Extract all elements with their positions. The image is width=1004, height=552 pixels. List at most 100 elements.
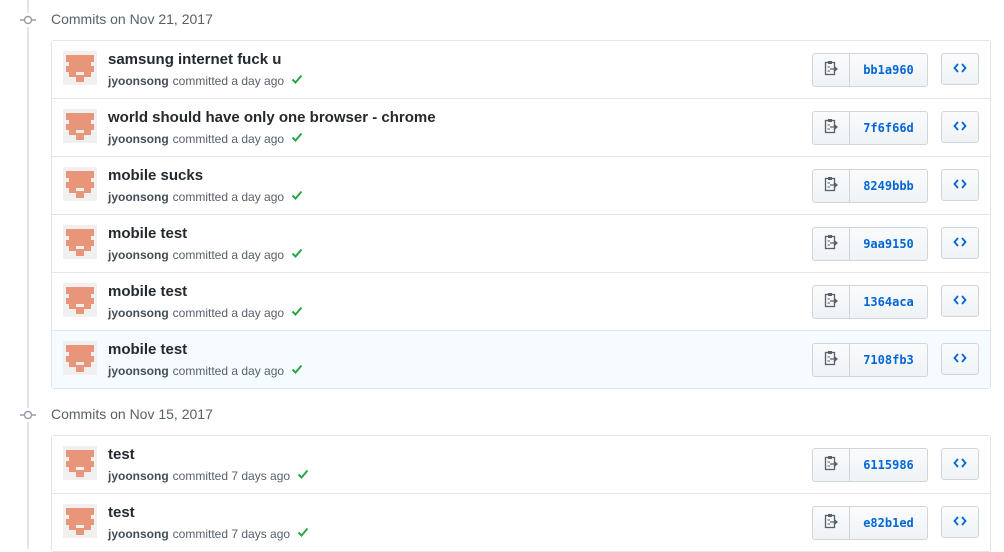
commit-group: Commits on Nov 21, 2017 samsung internet … (0, 0, 1004, 395)
commit-message-link[interactable]: world should have only one browser - chr… (108, 109, 436, 126)
clipboard-icon (824, 234, 839, 255)
commit-meta: jyoonsong committed a day ago (108, 73, 303, 88)
commit-row: mobile test jyoonsong committed a day ago 1… (52, 272, 990, 330)
commit-author-link[interactable]: jyoonsong (108, 248, 169, 262)
commit-time: committed a day ago (172, 189, 285, 204)
browse-repo-button[interactable] (941, 285, 979, 317)
commit-meta: jyoonsong committed a day ago (108, 247, 303, 262)
commit-sha-link[interactable]: 9aa9150 (850, 228, 927, 260)
commit-time: committed a day ago (172, 73, 285, 88)
commit-sha-link[interactable]: 7f6f66d (850, 112, 927, 144)
code-icon (953, 294, 967, 309)
browse-repo-button[interactable] (941, 343, 979, 375)
commit-node-icon (20, 408, 36, 422)
check-icon[interactable] (291, 363, 303, 378)
commit-sha-link[interactable]: 6115986 (850, 449, 927, 481)
commit-time: committed a day ago (172, 305, 285, 320)
check-icon[interactable] (291, 247, 303, 262)
browse-repo-button[interactable] (941, 169, 979, 201)
commit-meta: jyoonsong committed 7 days ago (108, 526, 309, 541)
sha-button-group: 9aa9150 (812, 227, 928, 261)
browse-repo-button[interactable] (941, 53, 979, 85)
copy-sha-button[interactable] (813, 170, 850, 202)
commit-group: Commits on Nov 15, 2017 test jyoonsong comm… (0, 395, 1004, 552)
commit-message-link[interactable]: mobile test (108, 341, 187, 358)
copy-sha-button[interactable] (813, 344, 850, 376)
check-icon[interactable] (291, 73, 303, 88)
copy-sha-button[interactable] (813, 228, 850, 260)
clipboard-icon (824, 292, 839, 313)
clipboard-icon (824, 60, 839, 81)
copy-sha-button[interactable] (813, 54, 850, 86)
commit-time: committed a day ago (172, 247, 285, 262)
clipboard-icon (824, 176, 839, 197)
browse-repo-button[interactable] (941, 506, 979, 538)
commit-sha-link[interactable]: 8249bbb (850, 170, 927, 202)
code-icon (953, 352, 967, 367)
commit-message-link[interactable]: mobile sucks (108, 167, 203, 184)
avatar[interactable] (63, 51, 97, 85)
copy-sha-button[interactable] (813, 507, 850, 539)
commit-time: committed a day ago (172, 363, 285, 378)
commit-author-link[interactable]: jyoonsong (108, 74, 169, 88)
copy-sha-button[interactable] (813, 449, 850, 481)
sha-button-group: bb1a960 (812, 53, 928, 87)
commit-message-link[interactable]: mobile test (108, 225, 187, 242)
commit-message-link[interactable]: samsung internet fuck u (108, 51, 281, 68)
browse-repo-button[interactable] (941, 111, 979, 143)
commit-group-title: Commits on Nov 21, 2017 (51, 11, 213, 27)
avatar[interactable] (63, 283, 97, 317)
sha-button-group: 8249bbb (812, 169, 928, 203)
check-icon[interactable] (291, 305, 303, 320)
commit-author-link[interactable]: jyoonsong (108, 132, 169, 146)
commit-node-icon (20, 13, 36, 27)
commit-row: mobile test jyoonsong committed a day ago 9… (52, 214, 990, 272)
avatar[interactable] (63, 225, 97, 259)
commit-time: committed 7 days ago (172, 526, 291, 541)
commit-meta: jyoonsong committed a day ago (108, 189, 303, 204)
commit-meta: jyoonsong committed a day ago (108, 131, 303, 146)
commit-time: committed a day ago (172, 131, 285, 146)
commit-sha-link[interactable]: 1364aca (850, 286, 927, 318)
copy-sha-button[interactable] (813, 286, 850, 318)
commit-row: samsung internet fuck u jyoonsong committe… (52, 41, 990, 98)
code-icon (953, 62, 967, 77)
sha-button-group: 7108fb3 (812, 343, 928, 377)
commit-author-link[interactable]: jyoonsong (108, 190, 169, 204)
sha-button-group: e82b1ed (812, 506, 928, 540)
code-icon (953, 457, 967, 472)
sha-button-group: 6115986 (812, 448, 928, 482)
commit-meta: jyoonsong committed 7 days ago (108, 468, 309, 483)
commit-sha-link[interactable]: bb1a960 (850, 54, 927, 86)
clipboard-icon (824, 118, 839, 139)
code-icon (953, 515, 967, 530)
code-icon (953, 236, 967, 251)
commit-meta: jyoonsong committed a day ago (108, 363, 303, 378)
commit-sha-link[interactable]: 7108fb3 (850, 344, 927, 376)
commit-message-link[interactable]: test (108, 504, 135, 521)
commit-row: mobile test jyoonsong committed a day ago 7… (52, 330, 990, 388)
avatar[interactable] (63, 167, 97, 201)
avatar[interactable] (63, 109, 97, 143)
commit-message-link[interactable]: mobile test (108, 283, 187, 300)
commit-sha-link[interactable]: e82b1ed (850, 507, 927, 539)
commit-row: world should have only one browser - chr… (52, 98, 990, 156)
avatar[interactable] (63, 341, 97, 375)
check-icon[interactable] (291, 131, 303, 146)
commit-list: samsung internet fuck u jyoonsong committe… (51, 40, 991, 389)
check-icon[interactable] (297, 468, 309, 483)
avatar[interactable] (63, 504, 97, 538)
commit-author-link[interactable]: jyoonsong (108, 469, 169, 483)
browse-repo-button[interactable] (941, 227, 979, 259)
check-icon[interactable] (291, 189, 303, 204)
copy-sha-button[interactable] (813, 112, 850, 144)
browse-repo-button[interactable] (941, 448, 979, 480)
commit-list: test jyoonsong committed 7 days ago 6115986… (51, 435, 991, 552)
commit-author-link[interactable]: jyoonsong (108, 306, 169, 320)
commit-author-link[interactable]: jyoonsong (108, 527, 169, 541)
avatar[interactable] (63, 446, 97, 480)
commit-message-link[interactable]: test (108, 446, 135, 463)
commit-groups: Commits on Nov 21, 2017 samsung internet … (0, 0, 1004, 552)
check-icon[interactable] (297, 526, 309, 541)
commit-author-link[interactable]: jyoonsong (108, 364, 169, 378)
